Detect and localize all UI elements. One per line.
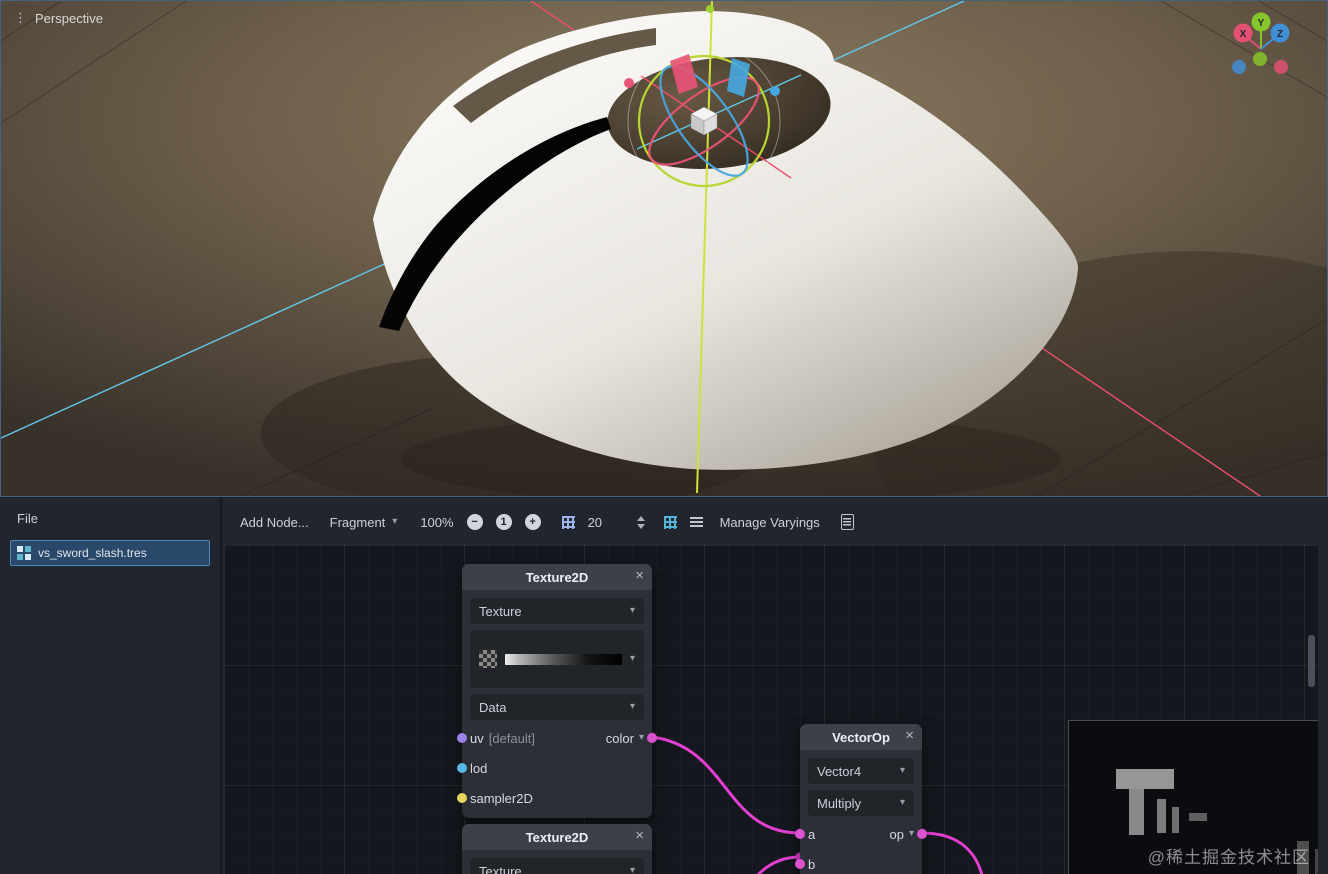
- shader-file-icon[interactable]: [840, 514, 854, 530]
- operation-dropdown[interactable]: Multiply ▾: [808, 790, 914, 816]
- wire-texture-b-to-vectorop-b: [756, 855, 801, 874]
- color-output-port[interactable]: [647, 733, 657, 743]
- preview-shape: [1157, 799, 1166, 833]
- zoom-out-icon[interactable]: −: [466, 514, 483, 530]
- uv-input-port[interactable]: [457, 733, 467, 743]
- wire-vectorop-output: [921, 831, 984, 874]
- node-title: Texture2D: [525, 829, 589, 845]
- grid-toggle-icon[interactable]: [663, 515, 677, 529]
- zoom-in-icon[interactable]: +: [524, 514, 541, 530]
- 3d-scene: [1, 1, 1327, 496]
- texture-source-dropdown[interactable]: Texture ▾: [470, 858, 644, 874]
- chevron-down-icon: ▾: [392, 516, 398, 527]
- uv-default-hint: [default]: [488, 730, 535, 746]
- add-node-button[interactable]: Add Node...: [236, 513, 313, 532]
- gizmo-z-handle[interactable]: [770, 86, 780, 96]
- file-item-selected[interactable]: vs_sword_slash.tres: [10, 540, 210, 566]
- shader-editor-panel: File vs_sword_slash.tres Add Node... Fra…: [0, 497, 1328, 874]
- perspective-label: Perspective: [35, 10, 103, 26]
- axis-orientation-gizmo[interactable]: X Y Z: [1217, 9, 1309, 81]
- neg-y-axis-dot[interactable]: [1253, 52, 1267, 66]
- gizmo-x-handle[interactable]: [624, 78, 634, 88]
- close-node-icon[interactable]: ×: [635, 827, 644, 844]
- color-port-label: color: [605, 730, 634, 746]
- preview-shape: [1116, 769, 1174, 789]
- chevron-down-icon: ▾: [899, 765, 905, 776]
- z-axis-label: Z: [1277, 29, 1283, 40]
- watermark: @稀土掘金技术社区: [1147, 848, 1310, 867]
- menu-dots-icon: ⋮: [14, 10, 27, 25]
- texture-preview[interactable]: ▾: [470, 630, 644, 688]
- node-header[interactable]: VectorOp ×: [800, 724, 922, 750]
- lod-input-port[interactable]: [457, 763, 467, 773]
- gizmo-y-handle[interactable]: [706, 5, 714, 13]
- file-panel-title: File: [17, 511, 38, 526]
- texture-thumbnail: [479, 650, 497, 668]
- close-node-icon[interactable]: ×: [905, 727, 914, 744]
- snap-toggle-icon[interactable]: [561, 515, 575, 529]
- close-node-icon[interactable]: ×: [635, 567, 644, 584]
- node-title: Texture2D: [525, 569, 589, 585]
- port-row-uv-color: uv [default] color ▾: [457, 727, 657, 749]
- preview-shape: [1129, 789, 1144, 835]
- chevron-down-icon: ▾: [629, 605, 635, 616]
- snap-distance-value[interactable]: 20: [588, 515, 610, 530]
- graph-node-vectorop[interactable]: VectorOp × Vector4 ▾ Multiply ▾ a op ▾ b: [795, 724, 927, 874]
- neg-z-axis-dot[interactable]: [1232, 60, 1246, 74]
- preview-shape: [1315, 849, 1318, 874]
- op-output-port[interactable]: [917, 829, 927, 839]
- x-axis-label: X: [1240, 29, 1247, 40]
- port-row-a-op: a op ▾: [795, 823, 927, 845]
- texture-gradient-strip: [505, 653, 622, 665]
- chevron-down-icon: ▾: [629, 653, 635, 664]
- port-row-b: b: [795, 853, 914, 874]
- texture-source-dropdown[interactable]: Texture ▾: [470, 598, 644, 624]
- sampler2d-port-label: sampler2D: [470, 790, 533, 806]
- shader-stage-dropdown[interactable]: Fragment ▾: [326, 513, 402, 532]
- a-input-port[interactable]: [795, 829, 805, 839]
- chevron-down-icon: ▾: [899, 797, 905, 808]
- manage-varyings-button[interactable]: Manage Varyings: [716, 513, 824, 532]
- port-row-lod: lod: [457, 757, 644, 779]
- visual-shader-editor: Add Node... Fragment ▾ 100% − 1 + 20 Man…: [222, 497, 1328, 874]
- zoom-reset-icon[interactable]: 1: [495, 514, 512, 530]
- chevron-down-icon: ▾: [908, 828, 914, 839]
- graph-canvas[interactable]: Texture2D × Texture ▾ ▾ Data ▾ uv [defau…: [224, 545, 1318, 874]
- graph-vertical-scrollbar[interactable]: [1308, 635, 1315, 687]
- vector-type-dropdown[interactable]: Vector4 ▾: [808, 758, 914, 784]
- file-panel: File vs_sword_slash.tres: [0, 497, 222, 874]
- neg-x-axis-dot[interactable]: [1274, 60, 1288, 74]
- graph-node-texture2d-1[interactable]: Texture2D × Texture ▾ ▾ Data ▾ uv [defau…: [457, 564, 657, 818]
- sampler2d-input-port[interactable]: [457, 793, 467, 803]
- chevron-down-icon: ▾: [638, 732, 644, 743]
- file-name: vs_sword_slash.tres: [38, 546, 147, 560]
- y-axis-label: Y: [1258, 18, 1265, 29]
- b-input-port[interactable]: [795, 859, 805, 869]
- preview-shape: [1172, 807, 1179, 833]
- wire-texture-a-to-vectorop-a: [651, 735, 801, 835]
- shader-toolbar: Add Node... Fragment ▾ 100% − 1 + 20 Man…: [224, 506, 1318, 538]
- data-type-dropdown[interactable]: Data ▾: [470, 694, 644, 720]
- port-row-sampler: sampler2D: [457, 787, 644, 809]
- resource-file-icon: [17, 546, 31, 560]
- perspective-menu-button[interactable]: ⋮ Perspective: [14, 10, 103, 26]
- wire-style-icon[interactable]: [689, 516, 703, 528]
- preview-shape: [1189, 813, 1207, 821]
- chevron-down-icon: ▾: [629, 701, 635, 712]
- 3d-viewport[interactable]: ⋮ Perspective X Y Z: [0, 0, 1328, 497]
- graph-node-texture2d-2[interactable]: Texture2D × Texture ▾: [462, 824, 652, 874]
- chevron-down-icon: ▾: [629, 865, 635, 874]
- snap-distance-spinner[interactable]: [636, 515, 645, 529]
- b-port-label: b: [808, 856, 816, 872]
- op-port-label: op: [889, 826, 904, 842]
- node-title: VectorOp: [832, 729, 890, 745]
- node-header[interactable]: Texture2D ×: [462, 824, 652, 850]
- uv-port-label: uv: [470, 730, 484, 746]
- zoom-level-label: 100%: [420, 514, 454, 530]
- lod-port-label: lod: [470, 760, 488, 776]
- node-header[interactable]: Texture2D ×: [462, 564, 652, 590]
- a-port-label: a: [808, 826, 816, 842]
